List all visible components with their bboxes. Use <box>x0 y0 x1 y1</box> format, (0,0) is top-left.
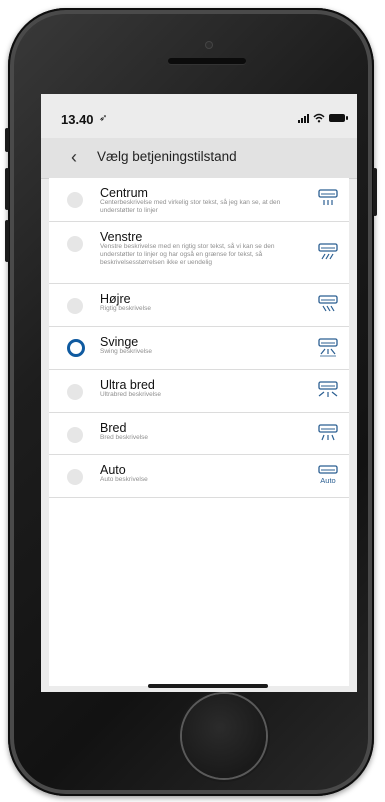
ac-vent-left-icon <box>317 242 339 262</box>
sensor-dot <box>156 58 162 64</box>
mode-item-venstre[interactable]: Venstre Venstre beskrivelse med en rigtig… <box>49 222 349 284</box>
home-indicator <box>148 684 268 688</box>
ac-auto-icon: Auto <box>317 465 339 485</box>
mode-label: Ultra bred <box>100 378 155 392</box>
mode-description: Bred beskrivelse <box>100 434 149 441</box>
mute-switch <box>5 128 9 152</box>
mode-description: Rigtig beskrivelse <box>100 305 151 312</box>
mode-label: Auto <box>100 463 126 477</box>
mode-item-hojre[interactable]: Højre Rigtig beskrivelse <box>49 284 349 327</box>
status-bar: 13.40 ➶ <box>41 94 357 138</box>
ac-vent-ultrawide-icon <box>317 380 339 400</box>
mode-item-bred[interactable]: Bred Bred beskrivelse <box>49 413 349 455</box>
nav-bar: ‹ Vælg betjeningstilstand <box>41 138 357 179</box>
mode-label: Svinge <box>100 335 139 349</box>
radio-unselected[interactable] <box>67 236 83 252</box>
back-chevron-icon[interactable]: ‹ <box>71 147 77 168</box>
battery-icon <box>329 114 348 122</box>
signal-icon <box>298 113 309 123</box>
ac-vent-wide-icon <box>317 423 339 443</box>
power-button <box>373 168 377 216</box>
radio-unselected[interactable] <box>67 384 83 400</box>
radio-unselected[interactable] <box>67 427 83 443</box>
mode-label: Bred <box>100 421 127 435</box>
status-time: 13.40 <box>61 112 94 127</box>
radio-unselected[interactable] <box>67 469 83 485</box>
mode-description: Auto beskrivelse <box>100 476 148 483</box>
phone-screen: 13.40 ➶ ‹ Vælg betjeningstilstand Centru… <box>41 94 357 692</box>
mode-description: Swing beskrivelse <box>100 348 153 355</box>
status-icons <box>298 113 348 123</box>
mode-item-centrum[interactable]: Centrum Centerbeskrivelse med virkelig st… <box>49 178 349 222</box>
ac-vent-right-icon <box>317 294 339 314</box>
mode-item-ultra-bred[interactable]: Ultra bred Ultrabred beskrivelse <box>49 370 349 413</box>
location-icon: ➶ <box>99 113 108 124</box>
ac-vent-center-icon <box>317 188 339 208</box>
earpiece-speaker <box>168 58 246 64</box>
volume-up-button <box>5 168 9 210</box>
mode-description: Ultrabred beskrivelse <box>100 391 162 398</box>
mode-list: Centrum Centerbeskrivelse med virkelig st… <box>49 178 349 686</box>
mode-label: Højre <box>100 292 131 306</box>
radio-unselected[interactable] <box>67 192 83 208</box>
mode-label: Venstre <box>100 230 143 244</box>
ac-vent-swing-icon <box>317 337 339 357</box>
mode-item-auto[interactable]: Auto Auto beskrivelse Auto <box>49 455 349 498</box>
radio-unselected[interactable] <box>67 298 83 314</box>
mode-label: Centrum <box>100 186 148 200</box>
volume-down-button <box>5 220 9 262</box>
front-camera <box>205 41 213 49</box>
mode-description: Venstre beskrivelse med en rigtig stor t… <box>100 243 275 266</box>
radio-selected[interactable] <box>67 339 85 357</box>
auto-icon-text: Auto <box>320 476 336 485</box>
mode-item-svinge[interactable]: Svinge Swing beskrivelse <box>49 327 349 370</box>
mode-description: Centerbeskrivelse med virkelig stor teks… <box>100 199 281 214</box>
wifi-icon <box>313 113 325 123</box>
home-button[interactable] <box>182 694 266 778</box>
page-title: Vælg betjeningstilstand <box>97 149 237 164</box>
